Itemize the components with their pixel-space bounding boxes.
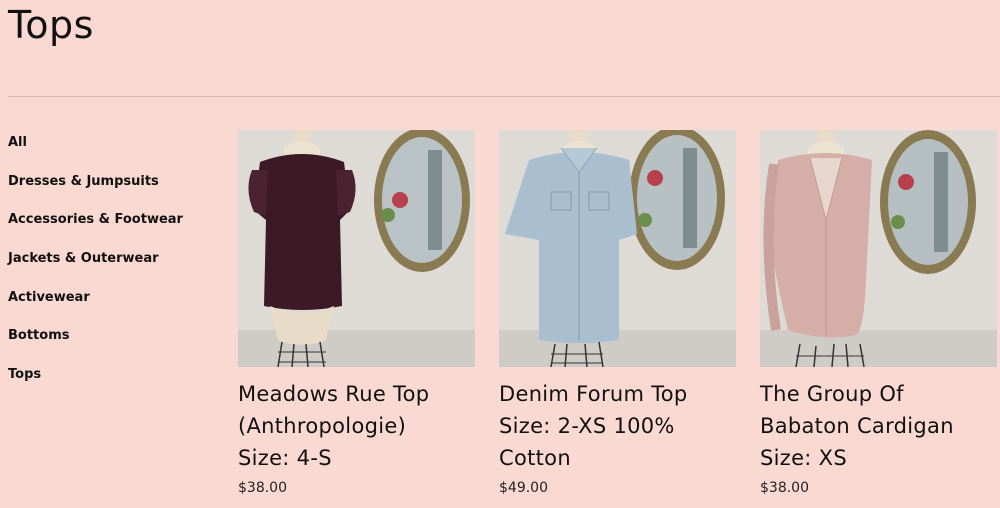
product-title[interactable]: The Group Of Babaton Cardigan Size: XS <box>760 378 997 474</box>
product-title[interactable]: Denim Forum Top Size: 2-XS 100% Cotton <box>499 378 736 474</box>
product-price: $38.00 <box>238 480 287 496</box>
category-sidebar: All Dresses & Jumpsuits Accessories & Fo… <box>8 130 218 401</box>
product-card[interactable]: The Group Of Babaton Cardigan Size: XS $… <box>760 130 997 496</box>
product-price: $38.00 <box>760 480 809 496</box>
product-photo-illustration <box>760 130 997 367</box>
product-image[interactable] <box>760 130 997 367</box>
sidebar-item-activewear[interactable]: Activewear <box>8 285 218 311</box>
product-photo-illustration <box>238 130 475 367</box>
product-card[interactable]: Meadows Rue Top (Anthropologie) Size: 4-… <box>238 130 475 496</box>
product-photo-illustration <box>499 130 736 367</box>
product-title[interactable]: Meadows Rue Top (Anthropologie) Size: 4-… <box>238 378 475 474</box>
product-image[interactable] <box>499 130 736 367</box>
header-divider <box>8 96 1000 97</box>
sidebar-item-accessories-footwear[interactable]: Accessories & Footwear <box>8 207 218 233</box>
product-price: $49.00 <box>499 480 548 496</box>
sidebar-item-jackets-outerwear[interactable]: Jackets & Outerwear <box>8 246 218 272</box>
sidebar-item-tops[interactable]: Tops <box>8 362 218 388</box>
page-title: Tops <box>8 3 94 47</box>
sidebar-item-dresses-jumpsuits[interactable]: Dresses & Jumpsuits <box>8 169 218 195</box>
sidebar-item-bottoms[interactable]: Bottoms <box>8 323 218 349</box>
product-image[interactable] <box>238 130 475 367</box>
sidebar-item-all[interactable]: All <box>8 130 218 156</box>
product-card[interactable]: Denim Forum Top Size: 2-XS 100% Cotton $… <box>499 130 736 496</box>
